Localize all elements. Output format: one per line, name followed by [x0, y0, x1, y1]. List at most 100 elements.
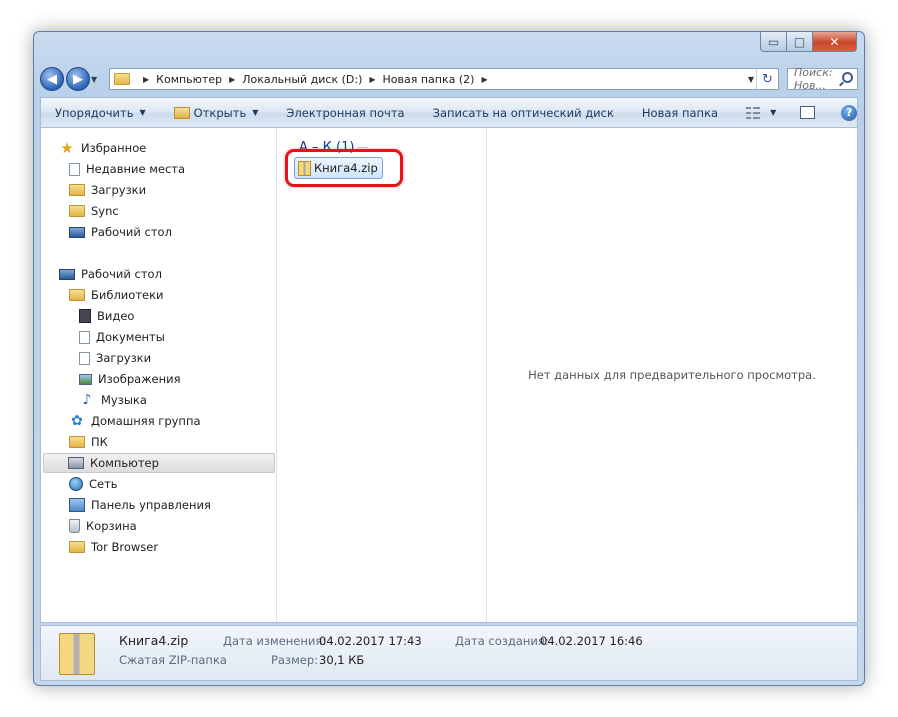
close-button[interactable]: ✕: [813, 32, 857, 52]
sidebar-item-label: Компьютер: [90, 456, 159, 470]
desktop-icon: [69, 226, 85, 238]
burn-label: Записать на оптический диск: [432, 105, 614, 120]
maximize-icon: □: [793, 34, 806, 49]
open-folder-icon: [173, 106, 190, 119]
user-folder-icon: [69, 436, 85, 448]
computer-icon: [68, 457, 84, 469]
folder-icon: [69, 205, 85, 217]
video-icon: [79, 309, 91, 323]
sidebar-item-desktop[interactable]: Рабочий стол: [59, 264, 259, 284]
sidebar-item-downloads-library[interactable]: Загрузки: [79, 348, 259, 368]
new-folder-button[interactable]: Новая папка: [628, 98, 732, 127]
open-button[interactable]: Открыть ▼: [160, 98, 273, 127]
file-list-pane: А – К (1) Книга4.zip: [277, 128, 487, 622]
caption-buttons: ▭ □ ✕: [760, 32, 857, 52]
sidebar-item-label: Изображения: [98, 372, 181, 386]
organize-button[interactable]: Упорядочить ▼: [41, 98, 160, 127]
sidebar-item-label: Избранное: [81, 141, 147, 155]
close-icon: ✕: [829, 34, 840, 49]
folder-icon: [114, 73, 130, 85]
chevron-right-icon[interactable]: ▶: [229, 75, 235, 84]
sidebar-item-tor-browser[interactable]: Tor Browser: [69, 537, 259, 557]
recent-pages-dropdown[interactable]: ▼: [91, 75, 103, 84]
sidebar-item-label: Корзина: [86, 519, 137, 533]
preview-message: Нет данных для предварительного просмотр…: [528, 368, 816, 382]
folder-icon: [69, 184, 85, 196]
sidebar-item-downloads[interactable]: Загрузки: [69, 180, 259, 200]
downloads-icon: [79, 351, 90, 365]
chevron-right-icon[interactable]: ▶: [481, 75, 487, 84]
zip-folder-icon: [59, 633, 95, 675]
chevron-down-icon: ▼: [139, 108, 146, 117]
sidebar-item-control-panel[interactable]: Панель управления: [69, 495, 259, 515]
sidebar-item-label: Рабочий стол: [91, 225, 172, 239]
views-icon[interactable]: [746, 106, 761, 119]
search-input[interactable]: Поиск: Нов...: [787, 66, 858, 92]
chevron-right-icon[interactable]: ▶: [143, 75, 149, 84]
sidebar-item-label: Панель управления: [91, 498, 211, 512]
sidebar-item-label: Музыка: [101, 393, 147, 407]
refresh-icon[interactable]: ↻: [756, 69, 778, 89]
search-icon[interactable]: [842, 72, 853, 83]
details-modified-label: Дата изменения:: [223, 634, 327, 648]
sidebar-item-recycle-bin[interactable]: Корзина: [69, 516, 259, 536]
minimize-button[interactable]: ▭: [760, 32, 787, 52]
sidebar-item-libraries[interactable]: Библиотеки: [69, 285, 259, 305]
details-file-name: Книга4.zip: [119, 633, 189, 648]
details-size-label: Размер:: [271, 653, 319, 667]
sidebar-item-network[interactable]: Сеть: [69, 474, 259, 494]
sidebar-item-label: Библиотеки: [91, 288, 164, 302]
sidebar-item-desktop-favorite[interactable]: Рабочий стол: [69, 222, 259, 242]
sidebar-item-sync[interactable]: Sync: [69, 201, 259, 221]
star-icon: ★: [60, 139, 74, 157]
maximize-button[interactable]: □: [787, 32, 813, 52]
new-folder-label: Новая папка: [641, 105, 719, 120]
breadcrumb-new-folder[interactable]: Новая папка (2): [383, 73, 475, 86]
address-bar[interactable]: ▶ Компьютер ▶ Локальный диск (D:) ▶ Нова…: [109, 68, 779, 90]
sidebar-item-video[interactable]: Видео: [79, 306, 259, 326]
content-area: ★ Избранное Недавние места Загрузки Sync …: [40, 127, 858, 623]
libraries-icon: [69, 289, 85, 301]
network-icon: [69, 477, 83, 491]
details-modified-value: 04.02.2017 17:43: [319, 634, 422, 648]
file-item[interactable]: Книга4.zip: [294, 157, 383, 179]
chevron-right-icon[interactable]: ▶: [369, 75, 375, 84]
document-icon: [79, 330, 90, 344]
details-created-label: Дата создания:: [455, 634, 549, 648]
explorer-window: ▭ □ ✕ ◀ ▶ ▼ ▶ Компьютер ▶ Локальный диск…: [33, 31, 865, 686]
help-icon[interactable]: ?: [841, 104, 858, 121]
sidebar-item-computer[interactable]: Компьютер: [43, 453, 275, 473]
sidebar-item-label: Домашняя группа: [91, 414, 201, 428]
sidebar-item-favorites[interactable]: ★ Избранное: [59, 138, 259, 158]
chevron-down-icon[interactable]: ▼: [770, 108, 776, 117]
sidebar-item-label: Tor Browser: [91, 540, 159, 554]
homegroup-icon: ✿: [71, 413, 83, 429]
toolbar-right-group: ▼ ?: [732, 98, 865, 127]
chevron-down-icon: ▼: [252, 108, 259, 117]
recycle-bin-icon: [69, 519, 80, 533]
burn-button[interactable]: Записать на оптический диск: [419, 98, 628, 127]
details-file-type: Сжатая ZIP-папка: [119, 653, 227, 667]
back-button[interactable]: ◀: [40, 67, 64, 91]
desktop-icon: [59, 268, 75, 280]
details-pane: Книга4.zip Сжатая ZIP-папка Дата изменен…: [40, 625, 858, 681]
preview-pane: Нет данных для предварительного просмотр…: [487, 128, 857, 622]
sidebar-item-images[interactable]: Изображения: [79, 369, 259, 389]
sidebar-item-label: Sync: [91, 204, 119, 218]
music-icon: ♪: [82, 392, 92, 408]
sidebar-item-pc[interactable]: ПК: [69, 432, 259, 452]
forward-button[interactable]: ▶: [66, 67, 90, 91]
sidebar-item-recent-places[interactable]: Недавние места: [69, 159, 259, 179]
breadcrumb-computer[interactable]: Компьютер: [156, 73, 222, 86]
sidebar-item-label: Загрузки: [96, 351, 152, 365]
email-button[interactable]: Электронная почта: [272, 98, 418, 127]
sidebar-item-label: ПК: [91, 435, 108, 449]
sidebar-item-documents[interactable]: Документы: [79, 327, 259, 347]
sidebar-item-music[interactable]: ♪ Музыка: [79, 390, 259, 410]
breadcrumb-local-disk[interactable]: Локальный диск (D:): [242, 73, 362, 86]
sidebar-item-homegroup[interactable]: ✿ Домашняя группа: [69, 411, 259, 431]
command-bar: Упорядочить ▼ Открыть ▼ Электронная почта …: [40, 97, 858, 127]
preview-pane-icon[interactable]: [800, 106, 816, 119]
address-history-dropdown[interactable]: ▼: [748, 75, 754, 84]
control-panel-icon: [69, 498, 85, 512]
